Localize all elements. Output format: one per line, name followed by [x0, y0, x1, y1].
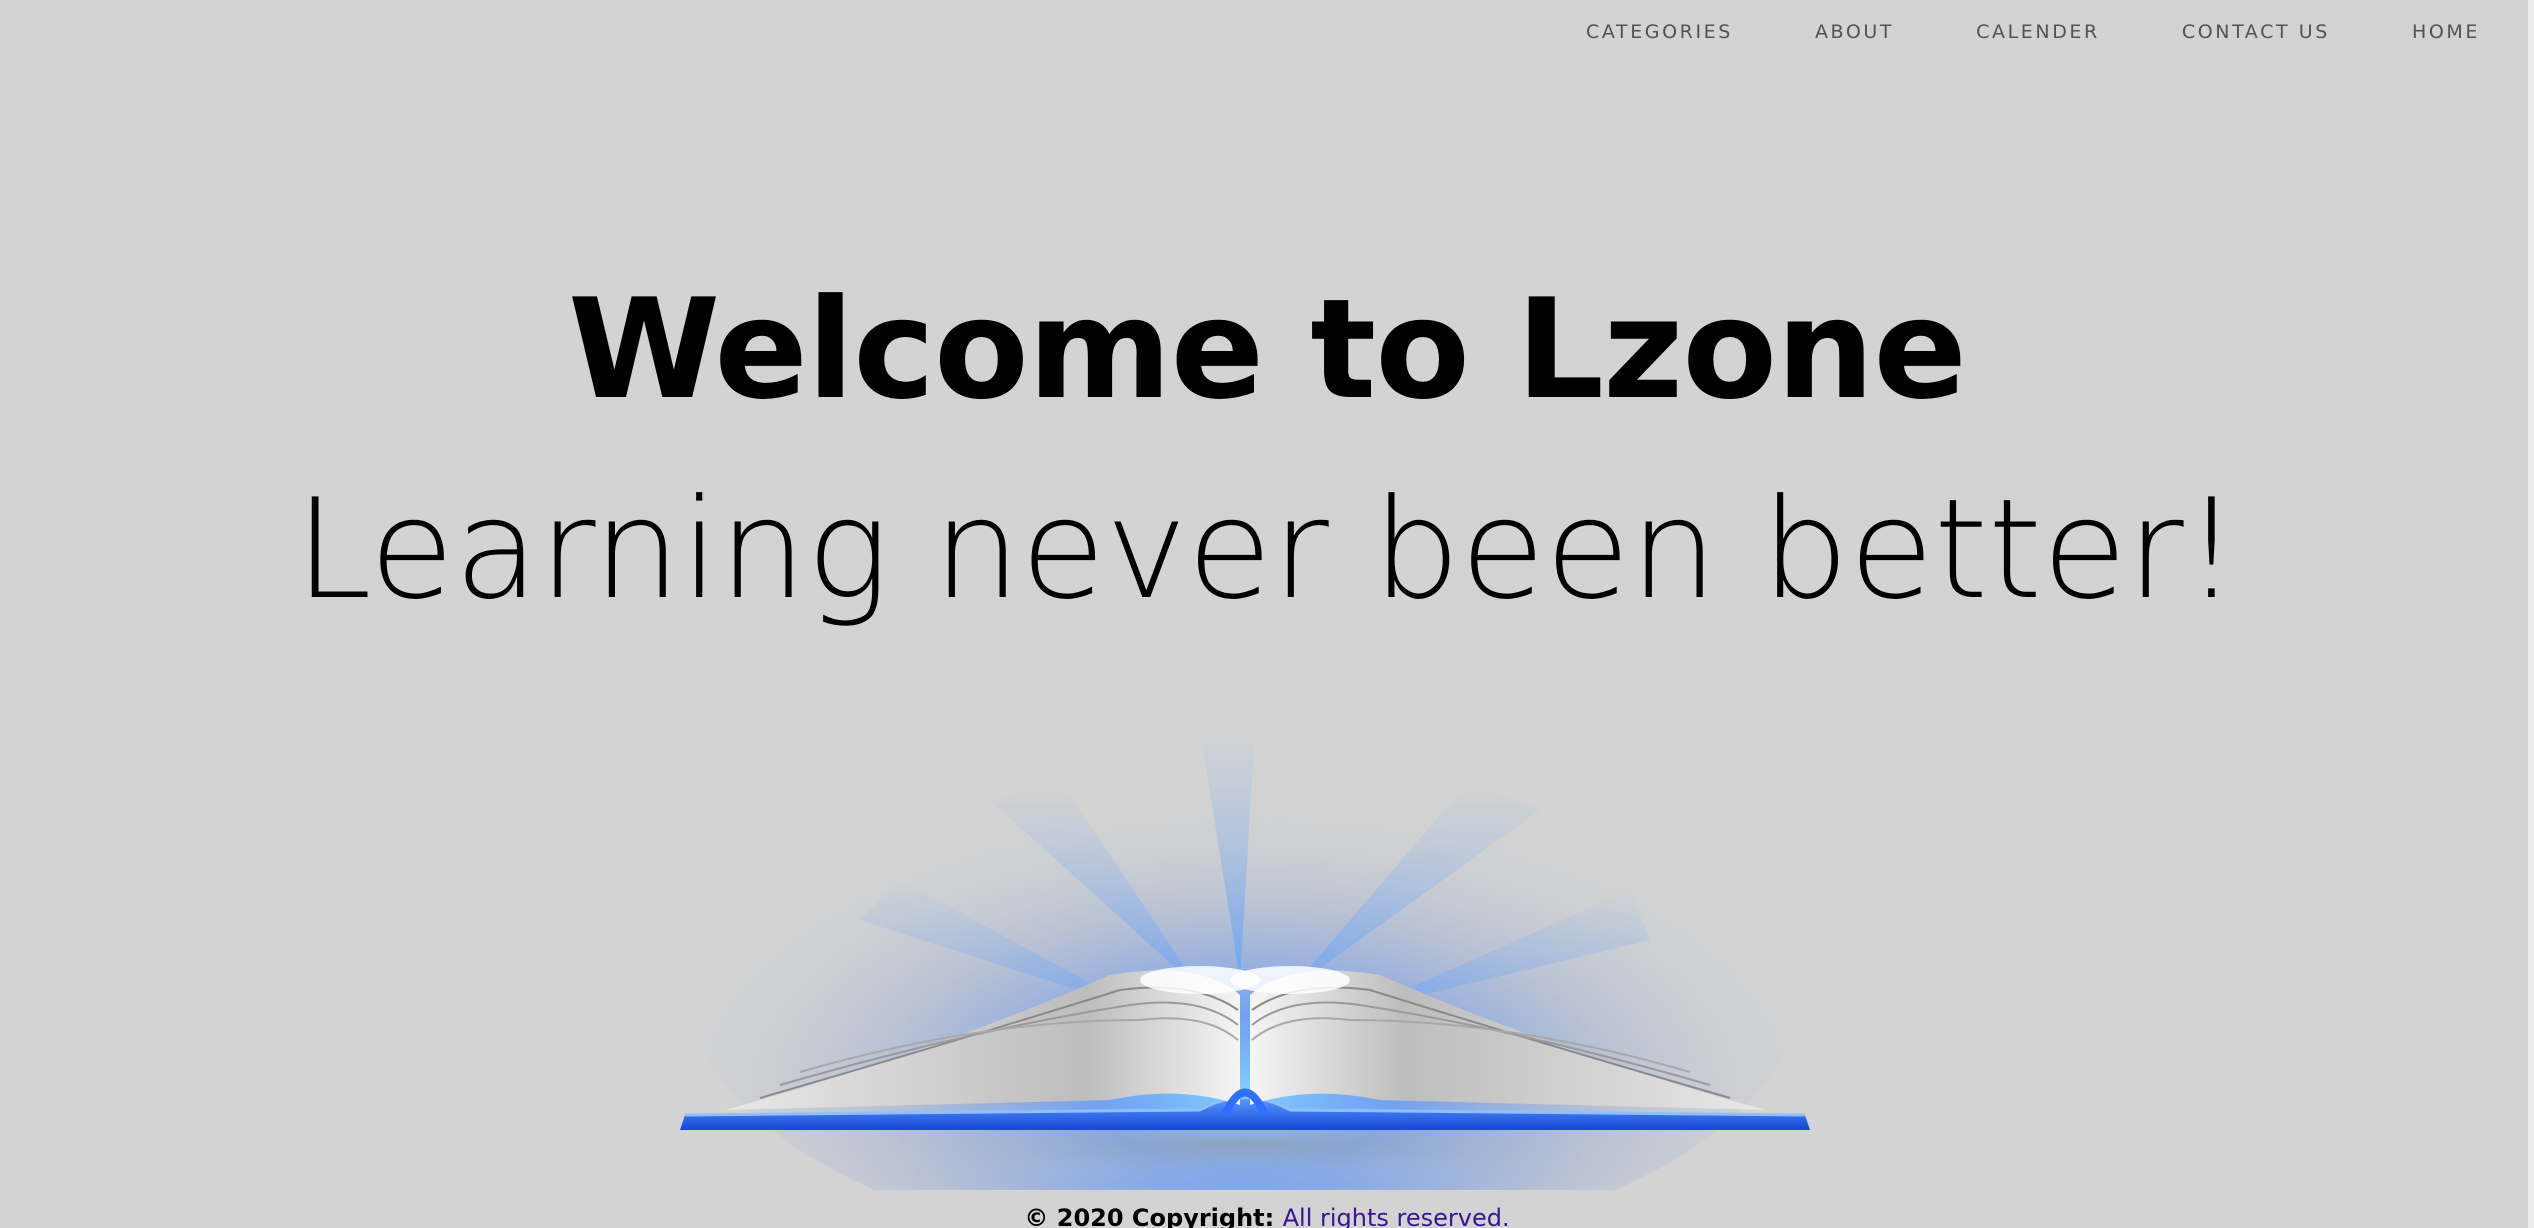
- nav-about[interactable]: ABOUT: [1815, 20, 1894, 44]
- nav-categories[interactable]: CATEGORIES: [1586, 20, 1733, 44]
- footer: © 2020 Copyright: All rights reserved.: [0, 1203, 2534, 1228]
- nav-home[interactable]: HOME: [2412, 20, 2480, 44]
- footer-rights-link[interactable]: All rights reserved.: [1283, 1204, 1510, 1228]
- top-navigation: CATEGORIES ABOUT CALENDER CONTACT US HOM…: [1504, 20, 2480, 44]
- nav-calender[interactable]: CALENDER: [1976, 20, 2100, 44]
- nav-contact-us[interactable]: CONTACT US: [2182, 20, 2330, 44]
- footer-copyright: © 2020 Copyright:: [1024, 1204, 1275, 1228]
- open-book-icon: [680, 700, 1810, 1190]
- hero-title: Welcome to Lzone: [568, 269, 1967, 430]
- hero-subtitle: Learning never been better!: [294, 469, 2240, 630]
- page: CATEGORIES ABOUT CALENDER CONTACT US HOM…: [0, 0, 2534, 1228]
